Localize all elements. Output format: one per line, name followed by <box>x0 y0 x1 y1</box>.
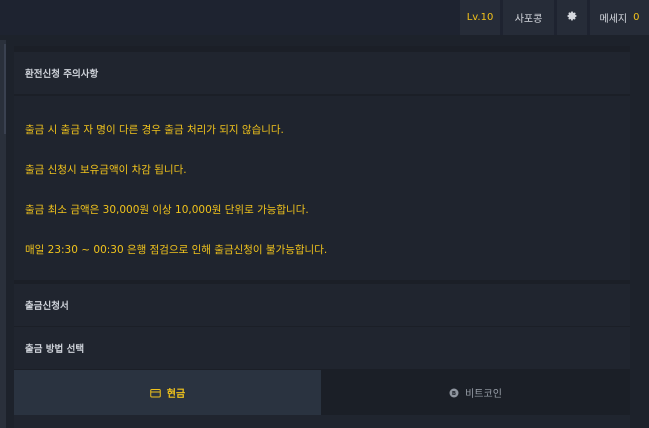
notice-line: 출금 시 출금 자 명이 다른 경우 출금 처리가 되지 않습니다. <box>25 124 284 136</box>
message-count: 0 <box>633 12 640 23</box>
wallet-icon <box>150 388 161 398</box>
notice-line: 출금 최소 금액은 30,000원 이상 10,000원 단위로 가능합니다. <box>25 204 309 216</box>
form-body <box>14 415 630 428</box>
tab-bitcoin-label: 비트코인 <box>465 389 502 400</box>
withdraw-panel: 환전신청 주의사항 출금 시 출금 자 명이 다른 경우 출금 처리가 되지 않… <box>14 46 630 428</box>
message-label: 메세지 <box>599 14 628 25</box>
left-rail-scroll[interactable] <box>4 44 6 134</box>
gear-icon <box>566 10 578 25</box>
svg-text:B: B <box>452 391 456 397</box>
message-button[interactable]: 메세지 0 <box>590 0 649 35</box>
support-button[interactable]: 사포콩 <box>503 0 554 35</box>
top-bar: Lv.10 사포콩 메세지 0 <box>0 0 649 35</box>
tab-bitcoin[interactable]: B 비트코인 <box>321 370 630 415</box>
form-title: 출금신청서 <box>14 284 630 326</box>
tab-cash-label: 현금 <box>166 389 186 400</box>
notice-line: 매일 23:30 ~ 00:30 은행 점검으로 인해 출금신청이 불가능합니다… <box>25 244 328 256</box>
notice-box: 출금 시 출금 자 명이 다른 경우 출금 처리가 되지 않습니다. 출금 신청… <box>14 96 630 280</box>
method-label: 출금 방법 선택 <box>14 327 630 369</box>
settings-button[interactable] <box>557 0 587 35</box>
notice-title: 환전신청 주의사항 <box>14 52 630 94</box>
bitcoin-icon: B <box>449 388 459 398</box>
user-level-badge[interactable]: Lv.10 <box>460 0 500 35</box>
notice-line: 출금 신청시 보유금액이 차감 됩니다. <box>25 164 187 176</box>
tab-cash[interactable]: 현금 <box>14 370 321 415</box>
